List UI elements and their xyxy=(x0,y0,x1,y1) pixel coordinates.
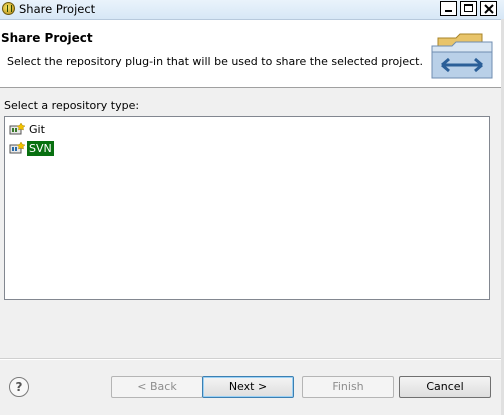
title-bar: Share Project xyxy=(0,0,504,20)
window-title: Share Project xyxy=(19,2,96,16)
page-title: Share Project xyxy=(1,31,93,45)
svn-repo-icon xyxy=(9,141,25,154)
wizard-header: Share Project Select the repository plug… xyxy=(0,20,504,88)
maximize-button[interactable] xyxy=(460,1,477,16)
minimize-button[interactable] xyxy=(440,1,457,16)
list-item-svn[interactable]: SVN xyxy=(9,140,54,156)
button-bar-separator xyxy=(0,358,504,360)
repository-type-list[interactable]: Git SVN xyxy=(4,116,490,300)
help-icon: ? xyxy=(15,380,23,394)
git-repo-icon xyxy=(9,122,25,135)
share-folders-icon xyxy=(431,33,493,79)
back-button[interactable]: < Back xyxy=(111,376,203,398)
next-button[interactable]: Next > xyxy=(202,376,294,398)
help-button[interactable]: ? xyxy=(9,377,29,397)
list-item-label: Git xyxy=(29,122,45,136)
repository-type-label: Select a repository type: xyxy=(4,99,140,112)
eclipse-app-icon xyxy=(2,2,15,15)
list-item-git[interactable]: Git xyxy=(9,121,47,137)
page-description: Select the repository plug-in that will … xyxy=(7,55,423,68)
list-item-label: SVN xyxy=(27,140,54,156)
close-button[interactable] xyxy=(480,1,497,16)
close-icon xyxy=(484,4,494,14)
cancel-button[interactable]: Cancel xyxy=(399,376,491,398)
finish-button[interactable]: Finish xyxy=(302,376,394,398)
